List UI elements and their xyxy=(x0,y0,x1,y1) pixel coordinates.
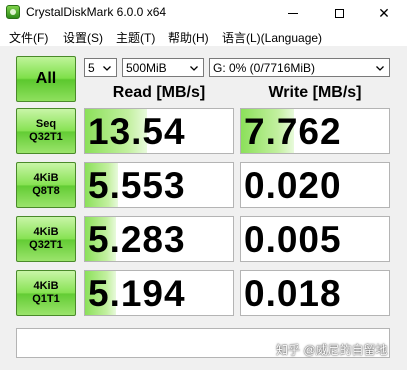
read-result-4kib-q32t1: 5.283 xyxy=(84,216,234,262)
read-value: 5.283 xyxy=(88,219,186,260)
drive-value: G: 0% (0/7716MiB) xyxy=(213,61,316,75)
write-result-4kib-q8t8: 0.020 xyxy=(240,162,390,208)
title-bar: CrystalDiskMark 6.0.0 x64 ✕ xyxy=(0,0,407,26)
write-value: 0.005 xyxy=(244,219,342,260)
runs-value: 5 xyxy=(88,61,95,75)
write-result-4kib-q1t1: 0.018 xyxy=(240,270,390,316)
test-button-4kib-q8t8[interactable]: 4KiB Q8T8 xyxy=(16,162,76,208)
menu-theme[interactable]: 主题(T) xyxy=(116,29,155,46)
menu-settings[interactable]: 设置(S) xyxy=(63,29,103,46)
test-label-line2: Q1T1 xyxy=(32,293,60,305)
read-result-4kib-q8t8: 5.553 xyxy=(84,162,234,208)
read-result-4kib-q1t1: 5.194 xyxy=(84,270,234,316)
menu-bar: 文件(F) 设置(S) 主题(T) 帮助(H) 语言(L)(Language) xyxy=(0,26,407,46)
minimize-icon xyxy=(288,12,298,14)
maximize-button[interactable] xyxy=(316,0,362,26)
write-value: 0.018 xyxy=(244,273,342,314)
test-button-seq-q32t1[interactable]: Seq Q32T1 xyxy=(16,108,76,154)
drive-select[interactable]: G: 0% (0/7716MiB) xyxy=(209,58,390,77)
write-column-header: Write [MB/s] xyxy=(268,84,362,101)
chevron-down-icon xyxy=(373,60,387,75)
test-label-line2: Q32T1 xyxy=(29,239,63,251)
test-label-line1: Seq xyxy=(35,118,57,130)
test-button-4kib-q1t1[interactable]: 4KiB Q1T1 xyxy=(16,270,76,316)
test-size-value: 500MiB xyxy=(126,61,167,75)
test-size-select[interactable]: 500MiB xyxy=(122,58,204,77)
write-result-4kib-q32t1: 0.005 xyxy=(240,216,390,262)
watermark: 知乎 @威尼的自留地 xyxy=(276,343,388,357)
window-title: CrystalDiskMark 6.0.0 x64 xyxy=(26,5,167,19)
test-label-line2: Q32T1 xyxy=(29,131,63,143)
minimize-button[interactable] xyxy=(270,0,316,26)
menu-language[interactable]: 语言(L)(Language) xyxy=(222,29,322,46)
menu-help[interactable]: 帮助(H) xyxy=(168,29,209,46)
close-button[interactable]: ✕ xyxy=(361,0,407,26)
app-window: CrystalDiskMark 6.0.0 x64 ✕ 文件(F) 设置(S) … xyxy=(0,0,407,370)
test-label-line1: 4KiB xyxy=(33,172,59,184)
menu-file[interactable]: 文件(F) xyxy=(9,29,48,46)
test-label-line2: Q8T8 xyxy=(32,185,60,197)
write-result-seq-q32t1: 7.762 xyxy=(240,108,390,154)
chevron-down-icon xyxy=(100,60,114,75)
close-icon: ✕ xyxy=(378,5,390,21)
test-label-line1: 4KiB xyxy=(33,226,59,238)
read-column-header: Read [MB/s] xyxy=(112,84,206,101)
read-value: 5.553 xyxy=(88,165,186,206)
run-all-button[interactable]: All xyxy=(16,56,76,102)
read-result-seq-q32t1: 13.54 xyxy=(84,108,234,154)
chevron-down-icon xyxy=(187,60,201,75)
test-label-line1: 4KiB xyxy=(33,280,59,292)
test-button-4kib-q32t1[interactable]: 4KiB Q32T1 xyxy=(16,216,76,262)
crystaldiskmark-icon xyxy=(6,5,20,19)
read-value: 13.54 xyxy=(88,111,186,152)
maximize-icon xyxy=(334,8,344,18)
read-value: 5.194 xyxy=(88,273,186,314)
write-value: 0.020 xyxy=(244,165,342,206)
write-value: 7.762 xyxy=(244,111,342,152)
runs-select[interactable]: 5 xyxy=(84,58,117,77)
